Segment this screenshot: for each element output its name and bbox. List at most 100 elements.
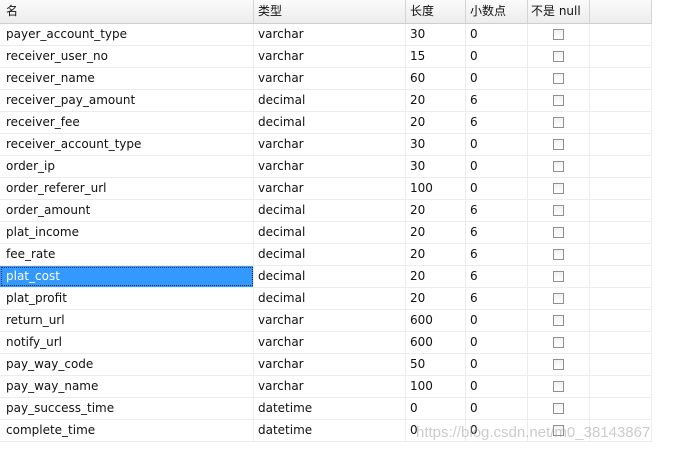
field-type-cell[interactable]: varchar [254,24,406,45]
table-row[interactable]: plat_cost decimal 20 6 [0,266,652,288]
table-row[interactable]: order_amount decimal 20 6 [0,200,652,222]
field-decimals-cell[interactable]: 0 [466,354,528,375]
field-length-cell[interactable]: 15 [406,46,466,67]
field-decimals-cell[interactable]: 6 [466,112,528,133]
field-name-cell[interactable]: fee_rate [0,244,254,265]
field-type-cell[interactable]: varchar [254,178,406,199]
not-null-checkbox[interactable] [553,249,564,260]
table-row[interactable]: pay_way_code varchar 50 0 [0,354,652,376]
field-length-cell[interactable]: 20 [406,244,466,265]
table-row[interactable]: plat_income decimal 20 6 [0,222,652,244]
field-name-cell[interactable]: receiver_fee [0,112,254,133]
field-length-cell[interactable]: 600 [406,332,466,353]
field-decimals-cell[interactable]: 0 [466,24,528,45]
field-name-cell[interactable]: plat_profit [0,288,254,309]
field-type-cell[interactable]: varchar [254,310,406,331]
field-length-cell[interactable]: 20 [406,222,466,243]
field-type-cell[interactable]: varchar [254,134,406,155]
table-row[interactable]: order_ip varchar 30 0 [0,156,652,178]
field-decimals-cell[interactable]: 6 [466,244,528,265]
field-type-cell[interactable]: decimal [254,244,406,265]
field-length-cell[interactable]: 60 [406,68,466,89]
field-length-cell[interactable]: 100 [406,376,466,397]
table-row[interactable]: receiver_fee decimal 20 6 [0,112,652,134]
column-header-decimals[interactable]: 小数点 [466,0,528,23]
field-length-cell[interactable]: 20 [406,288,466,309]
table-row[interactable]: pay_way_name varchar 100 0 [0,376,652,398]
field-length-cell[interactable]: 600 [406,310,466,331]
field-name-cell[interactable]: receiver_user_no [0,46,254,67]
field-length-cell[interactable]: 30 [406,156,466,177]
field-length-cell[interactable]: 100 [406,178,466,199]
not-null-checkbox[interactable] [553,95,564,106]
table-row[interactable]: notify_url varchar 600 0 [0,332,652,354]
field-decimals-cell[interactable]: 0 [466,46,528,67]
field-length-cell[interactable]: 50 [406,354,466,375]
not-null-checkbox[interactable] [553,51,564,62]
field-decimals-cell[interactable]: 0 [466,178,528,199]
field-name-cell[interactable]: pay_way_name [0,376,254,397]
field-type-cell[interactable]: varchar [254,376,406,397]
field-decimals-cell[interactable]: 0 [466,310,528,331]
field-name-cell[interactable]: plat_cost [0,266,254,287]
not-null-checkbox[interactable] [553,117,564,128]
column-header-name[interactable]: 名 [0,0,254,23]
field-decimals-cell[interactable]: 6 [466,266,528,287]
field-name-cell[interactable]: return_url [0,310,254,331]
table-row[interactable]: pay_success_time datetime 0 0 [0,398,652,420]
not-null-checkbox[interactable] [553,315,564,326]
field-decimals-cell[interactable]: 6 [466,288,528,309]
field-length-cell[interactable]: 30 [406,24,466,45]
field-decimals-cell[interactable]: 0 [466,398,528,419]
field-name-cell[interactable]: payer_account_type [0,24,254,45]
field-type-cell[interactable]: datetime [254,398,406,419]
not-null-checkbox[interactable] [553,161,564,172]
field-name-cell[interactable]: order_amount [0,200,254,221]
table-row[interactable]: return_url varchar 600 0 [0,310,652,332]
table-row[interactable]: receiver_user_no varchar 15 0 [0,46,652,68]
field-decimals-cell[interactable]: 6 [466,222,528,243]
field-decimals-cell[interactable]: 0 [466,156,528,177]
field-length-cell[interactable]: 0 [406,398,466,419]
table-row[interactable]: plat_profit decimal 20 6 [0,288,652,310]
field-type-cell[interactable]: decimal [254,222,406,243]
field-type-cell[interactable]: varchar [254,68,406,89]
field-name-cell[interactable]: pay_way_code [0,354,254,375]
field-type-cell[interactable]: varchar [254,156,406,177]
field-length-cell[interactable]: 20 [406,90,466,111]
not-null-checkbox[interactable] [553,227,564,238]
field-decimals-cell[interactable]: 0 [466,332,528,353]
not-null-checkbox[interactable] [553,205,564,216]
not-null-checkbox[interactable] [553,271,564,282]
table-row[interactable]: receiver_account_type varchar 30 0 [0,134,652,156]
field-type-cell[interactable]: varchar [254,332,406,353]
table-row[interactable]: receiver_pay_amount decimal 20 6 [0,90,652,112]
field-name-cell[interactable]: plat_income [0,222,254,243]
table-row[interactable]: fee_rate decimal 20 6 [0,244,652,266]
field-name-cell[interactable]: receiver_pay_amount [0,90,254,111]
not-null-checkbox[interactable] [553,183,564,194]
column-header-length[interactable]: 长度 [406,0,466,23]
table-row[interactable]: receiver_name varchar 60 0 [0,68,652,90]
field-decimals-cell[interactable]: 6 [466,90,528,111]
field-name-cell[interactable]: receiver_name [0,68,254,89]
field-name-cell[interactable]: receiver_account_type [0,134,254,155]
not-null-checkbox[interactable] [553,139,564,150]
field-decimals-cell[interactable]: 0 [466,134,528,155]
not-null-checkbox[interactable] [553,293,564,304]
field-type-cell[interactable]: datetime [254,420,406,441]
field-type-cell[interactable]: decimal [254,266,406,287]
table-row[interactable]: order_referer_url varchar 100 0 [0,178,652,200]
field-type-cell[interactable]: decimal [254,90,406,111]
field-name-cell[interactable]: notify_url [0,332,254,353]
field-length-cell[interactable]: 30 [406,134,466,155]
field-name-cell[interactable]: order_referer_url [0,178,254,199]
not-null-checkbox[interactable] [553,381,564,392]
field-name-cell[interactable]: pay_success_time [0,398,254,419]
field-name-cell[interactable]: complete_time [0,420,254,441]
field-type-cell[interactable]: decimal [254,112,406,133]
not-null-checkbox[interactable] [553,359,564,370]
field-decimals-cell[interactable]: 6 [466,200,528,221]
field-length-cell[interactable]: 20 [406,266,466,287]
field-type-cell[interactable]: varchar [254,46,406,67]
